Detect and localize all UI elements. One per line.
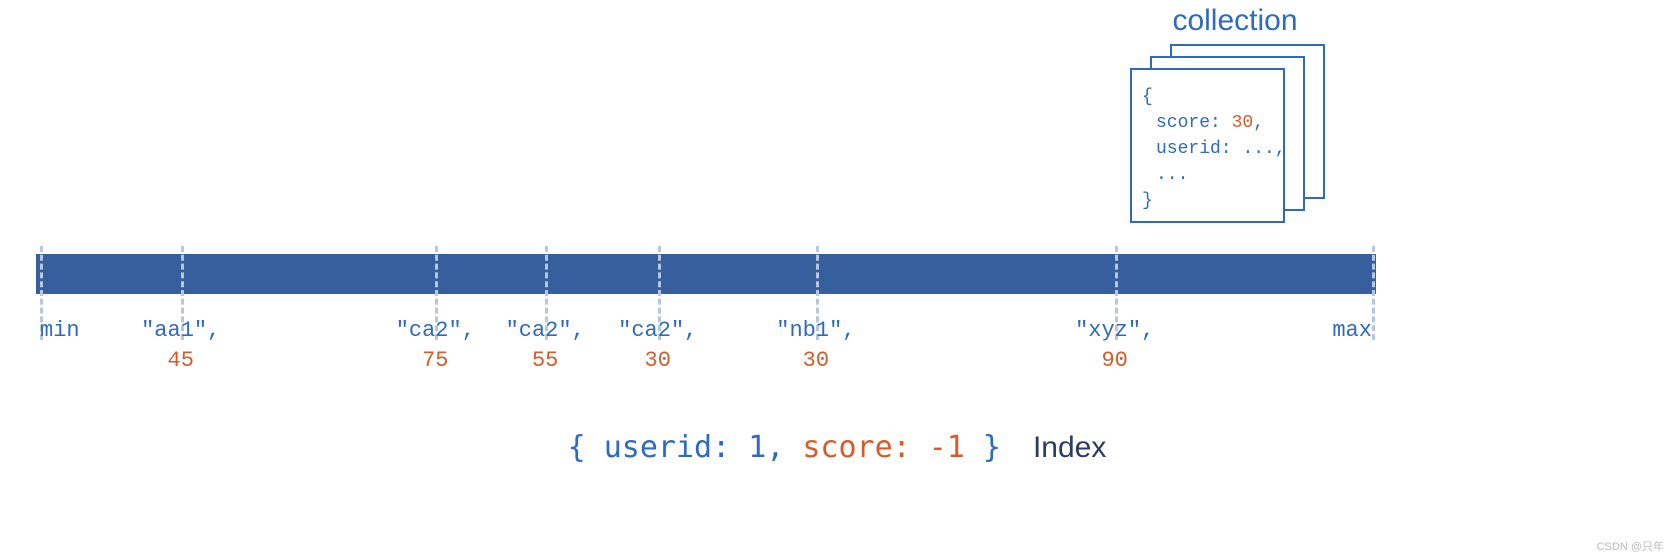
entry-score: 30 xyxy=(618,346,697,376)
entry-score: 90 xyxy=(1075,346,1154,376)
doc-line-userid: userid: ..., xyxy=(1142,136,1273,162)
label-min: min xyxy=(40,316,80,346)
doc-key-score: score: xyxy=(1156,113,1221,133)
doc-val-score: 30 xyxy=(1232,113,1254,133)
entry-userid: "ca2", xyxy=(396,316,475,346)
entry-score: 30 xyxy=(776,346,855,376)
entry-score: 75 xyxy=(396,346,475,376)
index-val-userid: 1 xyxy=(748,430,766,465)
entry-userid: "aa1", xyxy=(141,316,220,346)
brace-open: { xyxy=(1142,84,1273,110)
index-word: Index xyxy=(1033,431,1106,464)
collection-title: collection xyxy=(1120,4,1350,38)
label-entry-0: "aa1",45 xyxy=(141,316,220,375)
label-entry-3: "ca2",30 xyxy=(618,316,697,375)
label-entry-1: "ca2",75 xyxy=(396,316,475,375)
index-bar-area: min max "aa1",45"ca2",75"ca2",55"ca2",30… xyxy=(36,254,1376,294)
entry-userid: "ca2", xyxy=(618,316,697,346)
document-stack: { score: 30, userid: ..., ... } xyxy=(1130,44,1330,214)
entry-score: 45 xyxy=(141,346,220,376)
index-definition: { userid: 1, score: -1 } Index xyxy=(0,430,1674,467)
index-brace-close: } xyxy=(983,430,1001,465)
document-card-front: { score: 30, userid: ..., ... } xyxy=(1130,68,1285,223)
entry-userid: "nb1", xyxy=(776,316,855,346)
index-bar xyxy=(36,254,1376,294)
doc-line-ellipsis: ... xyxy=(1142,162,1273,188)
label-max: max xyxy=(1332,316,1372,346)
index-key-userid: userid: xyxy=(604,430,730,465)
collection-box: collection { score: 30, userid: ..., ...… xyxy=(1120,4,1350,214)
index-val-score: -1 xyxy=(929,430,965,465)
label-entry-4: "nb1",30 xyxy=(776,316,855,375)
tick-max xyxy=(1372,246,1375,340)
doc-key-userid: userid: xyxy=(1156,139,1232,159)
entry-userid: "ca2", xyxy=(506,316,585,346)
brace-close: } xyxy=(1142,188,1273,214)
doc-line-score: score: 30, xyxy=(1142,110,1273,136)
index-brace-open: { xyxy=(568,430,586,465)
entry-userid: "xyz", xyxy=(1075,316,1154,346)
doc-val-userid: ... xyxy=(1242,139,1274,159)
watermark: CSDN @只年 xyxy=(1597,538,1664,554)
index-key-score: score: xyxy=(802,430,910,465)
label-entry-2: "ca2",55 xyxy=(506,316,585,375)
label-entry-5: "xyz",90 xyxy=(1075,316,1154,375)
entry-score: 55 xyxy=(506,346,585,376)
